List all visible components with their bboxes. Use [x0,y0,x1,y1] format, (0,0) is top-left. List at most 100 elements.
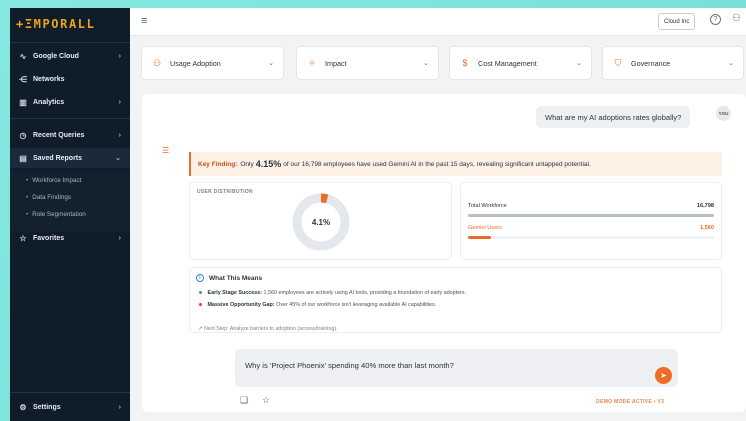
sidebar-item-label: Favorites [33,234,65,242]
green-dot-icon [199,291,202,295]
chevron-right-icon: › [118,403,121,411]
filter-usage-adoption[interactable]: ⚇ Usage Adoption ⌄ [141,46,284,80]
sidebar-subitem-data-findings[interactable]: Data Findings [26,194,71,201]
demo-mode-status: DEMO MODE ACTIVE • V3 [596,399,665,405]
user-avatar-icon[interactable]: ⚇ [732,13,741,24]
sidebar-item-saved-reports[interactable]: ▤ Saved Reports ⌄ [10,148,130,168]
user-distribution-label: USER DISTRIBUTION [197,189,253,195]
insight-point-title: Massive Opportunity Gap: [207,302,275,308]
sidebar-item-analytics[interactable]: ▥ Analytics › [10,92,130,112]
gemini-users-value: 1,560 [700,225,714,231]
sidebar-item-settings[interactable]: ⚙ Settings › [10,397,130,417]
sidebar-subitem-workforce-impact[interactable]: Workforce Impact [26,177,81,184]
hamburger-menu-icon[interactable]: ≡ [141,15,147,27]
gemini-users-bar-fill [468,236,491,239]
sidebar-item-label: Google Cloud [33,52,79,60]
key-finding-banner: Key Finding: Only 4.15% of our 16,798 em… [189,152,722,176]
key-finding-percent: 4.15% [255,159,282,169]
gemini-users-row: Gemini Users 1,560 [468,225,714,231]
total-workforce-label: Total Workforce [468,203,507,209]
info-icon: i [196,274,204,282]
workforce-stats-card: Total Workforce 16,798 Gemini Users 1,56… [460,182,722,260]
filter-governance[interactable]: ⛉ Governance ⌄ [602,46,744,80]
total-workforce-bar [468,214,714,217]
filter-label: Cost Management [478,58,537,68]
document-icon: ▤ [19,153,27,163]
gemini-users-bar [468,236,714,239]
trend-icon: ↗ [198,326,203,332]
assistant-icon: ☰ [162,146,170,155]
shield-icon: ⛉ [614,57,622,68]
insight-point: Massive Opportunity Gap: Over 45% of our… [199,302,436,308]
gear-icon: ⚙ [19,402,27,412]
chat-panel: What are my AI adoptions rates globally?… [142,94,746,412]
insight-point: Early Stage Success: 1,560 employees are… [199,290,466,296]
next-step-label: Next Step: Analyze barriers to adoption … [203,326,338,332]
key-finding-prefix: Only [240,160,254,168]
sidebar-item-favorites[interactable]: ☆ Favorites › [10,228,130,248]
filter-impact[interactable]: ✧ Impact ⌄ [296,46,439,80]
chevron-down-icon: ⌄ [728,60,734,67]
filter-label: Impact [325,58,347,68]
what-this-means-heading: What This Means [209,274,263,282]
dollar-icon: $ [462,58,468,68]
chevron-down-icon: ⌄ [423,60,429,67]
send-button[interactable]: ➤ [655,367,672,384]
sidebar-item-networks[interactable]: ⋲ Networks [10,69,130,89]
insight-point-text: Over 45% of our workforce isn't leveragi… [276,302,437,308]
gemini-users-label: Gemini Users [468,225,502,231]
sidebar-divider [10,118,130,119]
sidebar-item-label: Settings [33,403,61,411]
what-this-means-card: i What This Means Early Stage Success: 1… [189,267,722,333]
chat-input[interactable]: Why is 'Project Phoenix' spending 40% mo… [245,361,645,370]
sidebar: +ΞMPORALL ∿ Google Cloud › ⋲ Networks ▥ … [10,8,130,421]
what-this-means-title: i What This Means [196,274,263,282]
sidebar-item-google-cloud[interactable]: ∿ Google Cloud › [10,46,130,66]
app-window: +ΞMPORALL ∿ Google Cloud › ⋲ Networks ▥ … [10,8,746,421]
chevron-right-icon: › [118,52,121,60]
insight-point-title: Early Stage Success: [207,290,263,296]
filter-label: Usage Adoption [170,58,221,68]
adoption-donut-chart: 4.1% [292,193,350,251]
sidebar-subitem-role-segmentation[interactable]: Role Segmentation [26,211,86,218]
star-icon[interactable]: ☆ [262,395,270,406]
key-finding-text: of our 16,798 employees have used Gemini… [283,160,591,168]
sidebar-divider [10,392,130,393]
clipboard-icon[interactable]: ❏ [240,395,248,406]
org-switcher-button[interactable]: Cloud Inc [658,13,696,30]
topbar: ≡ Cloud Inc ? ⚇ [130,8,746,36]
users-icon: ⚇ [152,57,162,68]
filter-cost-management[interactable]: $ Cost Management ⌄ [449,46,592,80]
key-finding-label: Key Finding: [198,160,238,168]
chevron-down-icon: ⌄ [268,60,274,67]
impact-icon: ✧ [308,57,316,68]
user-question-bubble: What are my AI adoptions rates globally? [536,106,691,128]
chevron-right-icon: › [118,131,121,139]
sidebar-item-label: Recent Queries [33,131,85,139]
sidebar-item-recent-queries[interactable]: ◷ Recent Queries › [10,125,130,145]
sidebar-divider [10,42,130,43]
help-icon[interactable]: ? [710,14,721,25]
chevron-down-icon: ⌄ [115,155,121,162]
chat-input-box[interactable]: Why is 'Project Phoenix' spending 40% mo… [235,349,678,387]
app-logo: +ΞMPORALL [16,17,96,31]
total-workforce-value: 16,798 [696,203,714,209]
pulse-icon: ∿ [19,51,27,61]
user-avatar: YOU [716,106,731,121]
chevron-down-icon: ⌄ [576,60,582,67]
red-dot-icon [199,303,202,307]
network-icon: ⋲ [19,74,27,84]
sidebar-item-label: Saved Reports [33,154,83,162]
total-workforce-row: Total Workforce 16,798 [468,203,714,209]
bar-chart-icon: ▥ [19,97,27,107]
insight-point-text: 1,560 employees are actively using AI to… [263,290,467,296]
donut-center-label: 4.1% [312,218,330,227]
user-distribution-card: USER DISTRIBUTION 4.1% [189,182,452,260]
sidebar-item-label: Analytics [33,98,65,106]
filter-label: Governance [631,58,671,68]
chevron-right-icon: › [118,98,121,106]
chevron-right-icon: › [118,234,121,242]
star-icon: ☆ [19,233,27,243]
next-step-text: ↗ Next Step: Analyze barriers to adoptio… [198,326,338,332]
clock-icon: ◷ [19,130,27,140]
